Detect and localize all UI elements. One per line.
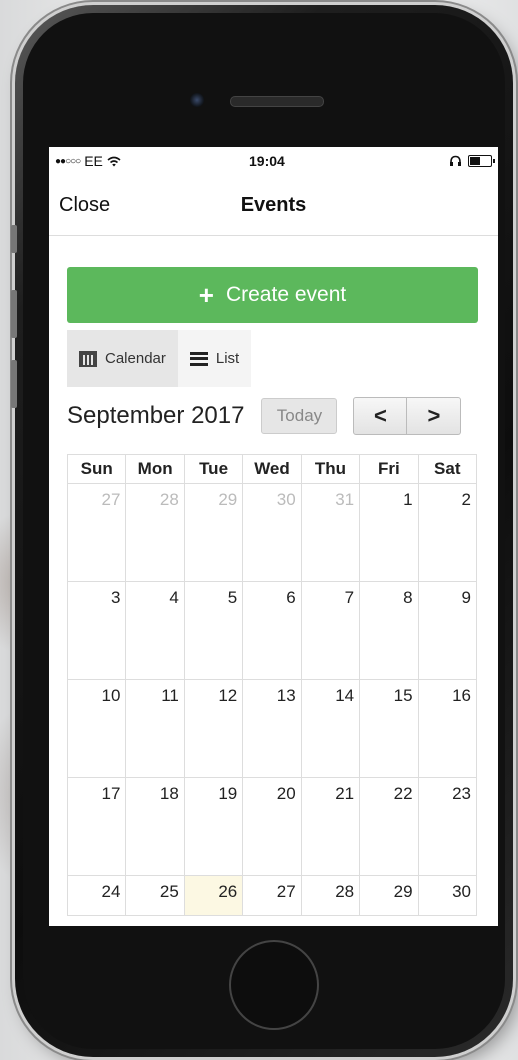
phone-screen: ●●○○○ EE 19:04 Close Events + Create eve… [49,147,498,926]
status-right [449,155,495,167]
calendar-grid: Sun Mon Tue Wed Thu Fri Sat 27 28 29 30 31 1 2… [66,454,478,916]
calendar-day-cell[interactable]: 29 [183,483,244,582]
calendar-day-cell[interactable]: 26 [183,875,244,916]
weekday-header: Sun [66,454,127,484]
month-nav: < > [353,397,462,435]
calendar-day-cell[interactable]: 22 [359,777,419,876]
mute-switch [11,225,17,253]
status-bar: ●●○○○ EE 19:04 [49,147,498,175]
calendar-day-cell[interactable]: 30 [417,875,478,916]
calendar-day-cell[interactable]: 6 [242,581,302,680]
calendar-week-row: 24 25 26 27 28 29 30 [66,875,478,916]
home-button[interactable] [229,940,319,1030]
carrier-name: EE [84,153,103,169]
battery-icon [468,155,495,167]
signal-strength-icon: ●●○○○ [55,155,81,167]
status-left: ●●○○○ EE [55,153,121,169]
calendar-day-cell[interactable]: 9 [417,581,478,680]
calendar-day-cell[interactable]: 16 [417,679,478,778]
calendar-day-cell[interactable]: 12 [183,679,244,778]
main-content: + Create event Calendar List September 2… [49,267,498,916]
volume-down-button [11,360,17,408]
weekday-header-row: Sun Mon Tue Wed Thu Fri Sat [66,454,478,484]
calendar-day-cell[interactable]: 3 [66,581,127,680]
calendar-day-cell[interactable]: 10 [66,679,127,778]
calendar-day-cell[interactable]: 25 [125,875,185,916]
calendar-day-cell[interactable]: 27 [242,875,302,916]
today-button[interactable]: Today [261,398,338,434]
weekday-header: Wed [242,454,302,484]
view-toggle: Calendar List [67,330,478,387]
tab-calendar-label: Calendar [105,350,166,367]
next-month-button[interactable]: > [407,397,462,435]
calendar-day-cell[interactable]: 13 [242,679,302,778]
calendar-day-cell[interactable]: 30 [242,483,302,582]
calendar-day-cell[interactable]: 15 [359,679,419,778]
tab-list-label: List [215,350,240,367]
status-time: 19:04 [249,153,285,169]
tab-list[interactable]: List [177,330,252,387]
calendar-week-row: 27 28 29 30 31 1 2 [66,483,478,582]
weekday-header: Fri [359,454,419,484]
prev-month-button[interactable]: < [353,397,408,435]
weekday-header: Mon [125,454,185,484]
weekday-header: Sat [417,454,478,484]
calendar-day-cell[interactable]: 2 [417,483,478,582]
calendar-body: 27 28 29 30 31 1 2 3 4 5 6 7 8 9 10 11 12 13 14 15 16 17 18 19 2… [66,483,478,916]
close-button[interactable]: Close [59,194,110,217]
calendar-day-cell[interactable]: 17 [66,777,127,876]
calendar-day-cell[interactable]: 19 [183,777,244,876]
calendar-day-cell[interactable]: 28 [300,875,361,916]
calendar-day-cell[interactable]: 28 [125,483,185,582]
calendar-day-cell[interactable]: 4 [125,581,185,680]
calendar-week-row: 17 18 19 20 21 22 23 [66,777,478,876]
calendar-day-cell[interactable]: 14 [300,679,361,778]
tab-calendar[interactable]: Calendar [67,330,178,387]
calendar-day-cell[interactable]: 7 [300,581,361,680]
calendar-day-cell[interactable]: 11 [125,679,185,778]
volume-up-button [11,290,17,338]
calendar-week-row: 3456789 [66,581,478,680]
front-camera [190,93,204,107]
calendar-day-cell[interactable]: 27 [66,483,127,582]
calendar-day-cell[interactable]: 5 [183,581,244,680]
calendar-day-cell[interactable]: 23 [417,777,478,876]
wifi-icon [107,156,121,166]
create-event-button[interactable]: + Create event [67,267,478,323]
calendar-icon [79,350,97,367]
calendar-week-row: 10 11 12 13 14 15 16 [66,679,478,778]
weekday-header: Thu [300,454,361,484]
plus-icon: + [198,279,214,310]
create-event-label: Create event [225,283,347,306]
calendar-day-cell[interactable]: 8 [359,581,419,680]
calendar-day-cell[interactable]: 29 [359,875,419,916]
calendar-day-cell[interactable]: 18 [125,777,185,876]
calendar-day-cell[interactable]: 21 [300,777,361,876]
weekday-header: Tue [183,454,244,484]
earpiece-speaker [230,96,324,107]
calendar-day-cell[interactable]: 20 [242,777,302,876]
calendar-day-cell[interactable]: 24 [66,875,127,916]
list-icon [189,351,208,366]
month-title: September 2017 [67,402,245,429]
headphones-icon [450,155,461,166]
page-title: Events [240,193,307,216]
calendar-day-cell[interactable]: 31 [300,483,361,582]
calendar-day-cell[interactable]: 1 [359,483,419,582]
calendar-toolbar: September 2017 Today < > [67,395,478,437]
navigation-bar: Close Events [49,175,498,236]
